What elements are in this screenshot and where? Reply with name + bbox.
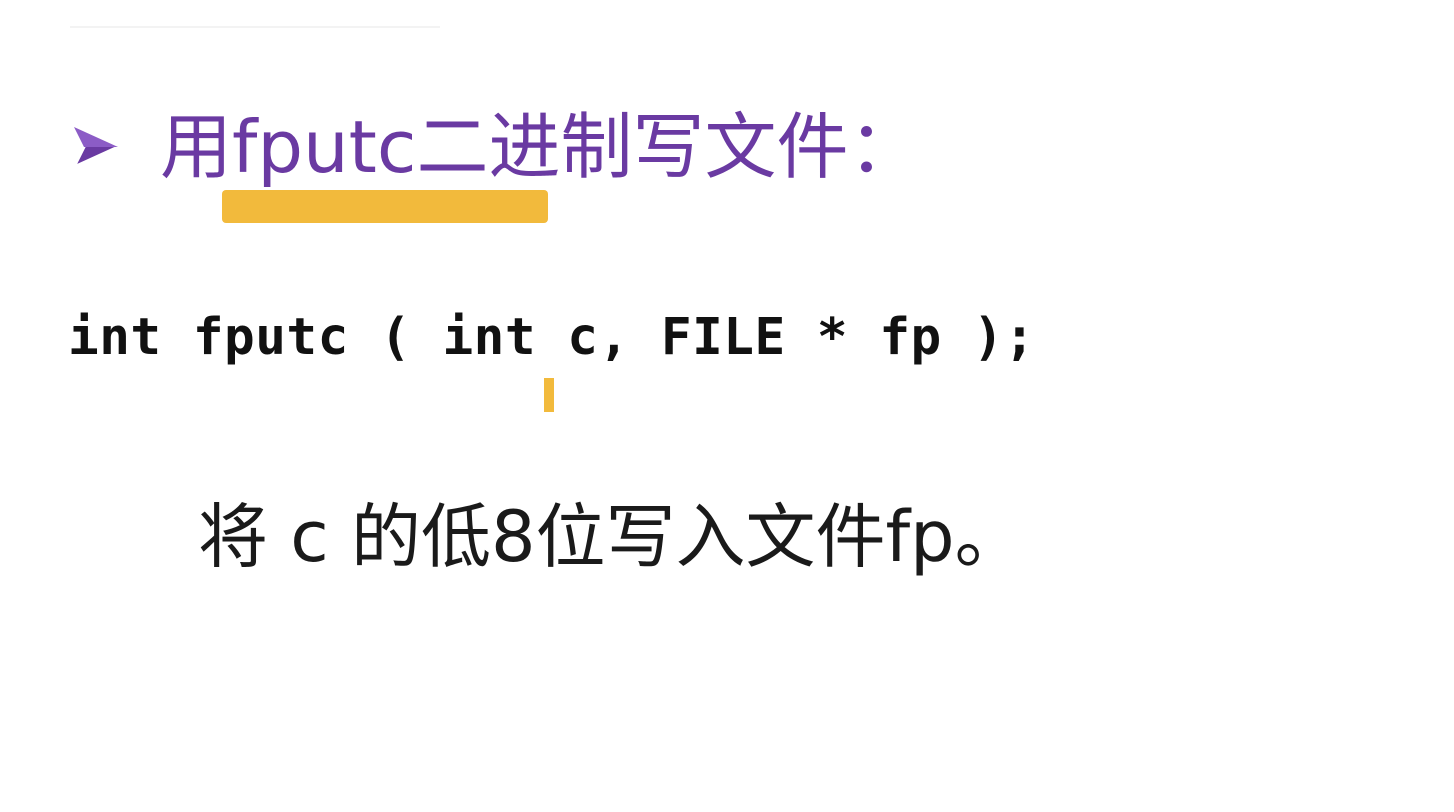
arrowhead-bullet-icon	[72, 125, 120, 169]
top-divider	[70, 26, 440, 28]
description-text: 将 c 的低8位写入文件fp。	[198, 496, 1025, 578]
heading-text: 用fputc二进制写文件：	[160, 105, 921, 189]
highlight-underline	[222, 190, 548, 223]
code-signature: int fputc ( int c, FILE * fp );	[68, 308, 1036, 367]
slide: 用fputc二进制写文件： int fputc ( int c, FILE * …	[0, 0, 1454, 812]
slide-heading: 用fputc二进制写文件：	[70, 92, 921, 202]
annotation-mark	[544, 378, 554, 412]
